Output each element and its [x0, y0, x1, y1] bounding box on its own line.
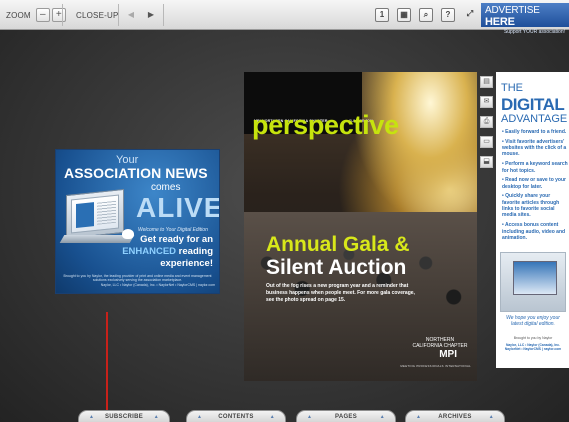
advertise-here: HERE [485, 16, 515, 28]
save-icon[interactable]: ▭ [480, 136, 493, 148]
previous-page-arrow-icon[interactable]: ◀ [124, 8, 138, 22]
list-item: • Read now or save to your desktop for l… [502, 177, 566, 190]
list-item: • Access bonus content including audio, … [502, 222, 566, 241]
laptop-screen [71, 194, 119, 234]
digital-advantage-ad[interactable]: THE DIGITAL ADVANTAGE • Easily forward t… [496, 72, 569, 368]
ad-brought-by: Brought to you by Naylor [513, 336, 553, 340]
thumbnail-icon[interactable]: ▤ [480, 76, 493, 88]
mpi-logo: MPI [439, 349, 457, 360]
email-icon[interactable]: ✉ [480, 96, 493, 108]
cover-headline-2: Silent Auction [266, 256, 407, 279]
cover-headline-1: Annual Gala & [266, 233, 410, 256]
ad-enhanced: ENHANCED [122, 246, 177, 257]
cover-chapter-name: NORTHERN CALIFORNIA CHAPTER [412, 337, 468, 349]
tab-arrow-icon: ▲ [488, 414, 494, 420]
toolbar-divider [62, 4, 63, 26]
zoom-in-button[interactable]: + [51, 8, 66, 22]
tab-arrow-icon: ▲ [269, 414, 275, 420]
toolbar-divider [163, 4, 164, 26]
ad-fine-print: Brought to you by Naylor, the leading pr… [63, 274, 212, 282]
zoom-label: ZOOM [6, 10, 31, 20]
single-page-icon[interactable]: 1 [375, 8, 389, 22]
advertise-prefix: ADVERTISE [485, 5, 540, 16]
red-marker-line [106, 312, 108, 422]
next-page-arrow-icon[interactable]: ▶ [144, 8, 158, 22]
print-icon[interactable]: ⎙ [480, 116, 493, 128]
ad-alive: ALIVE [136, 192, 220, 223]
laptop-illustration [66, 188, 124, 240]
ad-naylor: Naylor, LLC • Naylor (Canada), Inc. Nayl… [504, 343, 562, 352]
device-illustration [500, 252, 566, 312]
ad-welcome: Welcome to Your Digital Edition [138, 227, 208, 233]
closeup-group[interactable]: CLOSE-UP [76, 4, 119, 26]
grid-view-icon[interactable]: ▦ [397, 8, 411, 22]
download-icon[interactable]: ⬓ [480, 156, 493, 168]
tab-arrow-icon: ▲ [197, 414, 203, 420]
pointer-hand-icon [122, 229, 134, 239]
magazine-thumbnail [76, 202, 94, 228]
zoom-out-button[interactable]: – [35, 8, 50, 22]
tab-arrow-icon: ▲ [153, 414, 159, 420]
ad-company-line: Naylor, LLC • Naylor (Canada), Inc. • Na… [100, 283, 215, 287]
list-item: • Perform a keyword search for hot topic… [502, 161, 568, 174]
zoom-group: ZOOM – + [6, 4, 66, 26]
tab-arrow-icon: ▲ [379, 414, 385, 420]
ad-line-3: experience! [160, 258, 213, 269]
magazine-cover[interactable]: MPI NORTHERN CALIFORNIA CHAPTER SUMMER 2… [244, 72, 477, 381]
toolbar: ZOOM – + CLOSE-UP ◀ ▶ 1 ▦ ⌕ ? ⤢ ADVERTIS… [0, 0, 569, 35]
ad-enjoy: We hope you enjoy your latest digital ed… [506, 315, 560, 327]
device-screen [513, 261, 557, 295]
tab-label: CONTENTS [218, 414, 254, 420]
list-item: • Quickly share your favorite articles t… [502, 193, 560, 219]
ad-association-news: ASSOCIATION NEWS [64, 165, 208, 181]
ad-digital: DIGITAL [501, 95, 565, 114]
tab-pages[interactable]: ▲ PAGES ▲ [296, 410, 396, 422]
tab-archives[interactable]: ▲ ARCHIVES ▲ [405, 410, 505, 422]
tab-label: ARCHIVES [438, 414, 472, 420]
mpi-tagline: MEETING PROFESSIONALS INTERNATIONAL [400, 364, 471, 368]
list-item: • Easily forward to a friend. [502, 129, 567, 135]
advertise-here-banner[interactable]: ADVERTISE HERE Support YOUR association! [481, 3, 569, 35]
ad-advantage: ADVANTAGE [501, 113, 568, 125]
cover-title: perspective [252, 110, 399, 140]
association-news-ad[interactable]: Your ASSOCIATION NEWS comes ALIVE Welcom… [55, 149, 220, 294]
ad-line-1: Get ready for an [140, 234, 213, 245]
advertise-title: ADVERTISE HERE [485, 5, 565, 28]
tab-contents[interactable]: ▲ CONTENTS ▲ [186, 410, 286, 422]
ad-the: THE [501, 82, 523, 94]
cover-blurb: Out of the fog rises a new program year … [266, 283, 415, 303]
toolbar-divider [118, 4, 119, 26]
text-lines [97, 200, 116, 225]
search-icon[interactable]: ⌕ [419, 8, 433, 22]
ad-reading: reading [176, 246, 213, 257]
tab-arrow-icon: ▲ [416, 414, 422, 420]
tab-arrow-icon: ▲ [307, 414, 313, 420]
tab-subscribe[interactable]: ▲ SUBSCRIBE ▲ [78, 410, 170, 422]
fullscreen-icon[interactable]: ⤢ [463, 8, 477, 22]
tab-label: PAGES [334, 414, 358, 420]
ad-line-2: ENHANCED reading [122, 246, 213, 257]
page-nav-group: ◀ ▶ [124, 4, 158, 26]
benefit-list: • Easily forward to a friend. • Visit fa… [502, 129, 568, 245]
closeup-button[interactable]: CLOSE-UP [76, 11, 119, 20]
advertise-subtitle: Support YOUR association! [503, 29, 565, 35]
viewer-stage: ZOOM – + CLOSE-UP ◀ ▶ 1 ▦ ⌕ ? ⤢ ADVERTIS… [0, 0, 569, 422]
help-icon[interactable]: ? [441, 8, 455, 22]
tab-label: SUBSCRIBE [104, 414, 144, 420]
list-item: • Visit favorite advertisers' websites w… [502, 138, 567, 158]
tab-arrow-icon: ▲ [89, 414, 95, 420]
